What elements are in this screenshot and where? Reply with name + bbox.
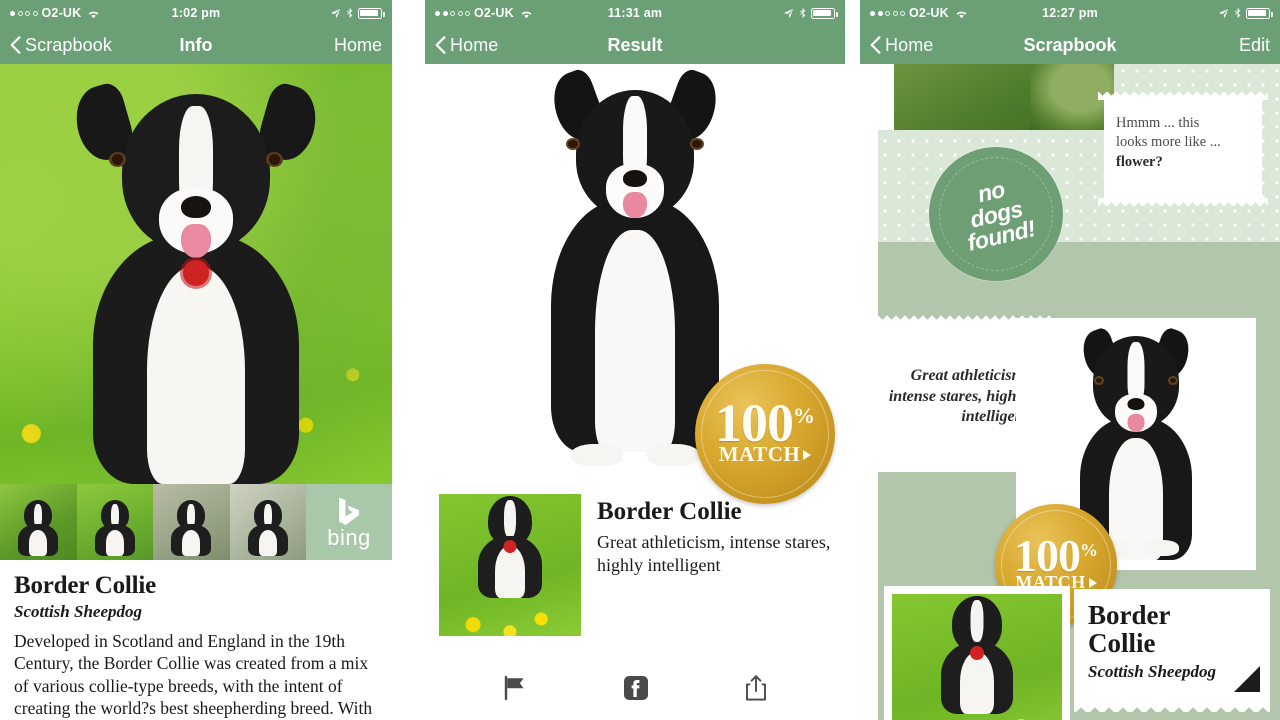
nav-edit-button[interactable]: Edit xyxy=(1239,35,1270,56)
status-right-group xyxy=(1218,7,1273,19)
signal-strength-dots xyxy=(435,10,470,16)
hero-photo-border-collie[interactable] xyxy=(0,64,392,484)
bluetooth-icon xyxy=(1234,7,1241,19)
result-breed-summary: Border Collie Great athleticism, intense… xyxy=(439,494,831,636)
bing-wordmark: bing xyxy=(327,524,371,550)
status-right-group xyxy=(783,7,838,19)
thumbnail-4[interactable] xyxy=(229,484,306,560)
breed-subtitle: Scottish Sheepdog xyxy=(14,602,142,621)
collie-illustration xyxy=(67,80,325,484)
breed-info-block: Border Collie Scottish Sheepdog Develope… xyxy=(0,560,392,720)
scrapbook-quote-text: Great athleticism, intense stares, highl… xyxy=(888,366,1028,426)
status-right-group xyxy=(330,7,385,19)
status-bar-info: O2-UK 1:02 pm xyxy=(0,0,392,26)
breed-description: Developed in Scotland and England in the… xyxy=(14,631,373,719)
no-dogs-found-stamp: no dogs found! xyxy=(932,150,1060,278)
nav-back-button-home[interactable]: Home xyxy=(435,35,498,56)
carrier-label: O2-UK xyxy=(41,6,82,20)
scrapbook-note-card[interactable]: Hmmm ... this looks more like ... flower… xyxy=(1098,92,1268,206)
caption-title-line-2: Collie xyxy=(1088,628,1156,659)
thumbnail-2[interactable] xyxy=(76,484,153,560)
scrapbook-caption-card[interactable]: Border Collie Scottish Sheepdog xyxy=(1074,588,1270,712)
status-bar-scrapbook: O2-UK 12:27 pm xyxy=(860,0,1280,26)
dog-collar-tag xyxy=(183,260,209,286)
thumbnail-strip: bing xyxy=(0,484,392,560)
signal-strength-dots xyxy=(10,10,38,16)
status-left-group: O2-UK xyxy=(870,6,968,20)
carrier-label: O2-UK xyxy=(474,6,514,20)
phone-panel-scrapbook: O2-UK 12:27 pm Home Scrapbook Edit no do… xyxy=(860,0,1280,720)
match-percentage-badge[interactable]: 100 % MATCH xyxy=(695,364,835,504)
scrapbook-photo-small xyxy=(892,594,1062,720)
result-breed-title: Border Collie xyxy=(597,498,742,525)
status-left-group: O2-UK xyxy=(435,6,533,20)
badge-inner-ring xyxy=(701,370,829,498)
thumbnail-1[interactable] xyxy=(0,484,77,560)
caption-title-line-1: Border xyxy=(1088,599,1171,630)
phone-panel-result: O2-UK 11:31 am Home Result 100 % MATCH B… xyxy=(425,0,845,720)
screenshot-root: O2-UK 1:02 pm Scrapbook Info Home bing B… xyxy=(0,0,1280,720)
thumbnail-3[interactable] xyxy=(153,484,230,560)
zigzag-edge-bottom xyxy=(1098,198,1268,206)
note-line-2: looks more like ... xyxy=(1116,134,1221,151)
zigzag-edge-top xyxy=(1098,92,1268,100)
zigzag-edge-bottom xyxy=(1074,703,1270,712)
phone-panel-info: O2-UK 1:02 pm Scrapbook Info Home bing B… xyxy=(0,0,392,720)
facebook-icon[interactable] xyxy=(623,675,649,701)
scrapbook-content: no dogs found! Hmmm ... this looks more … xyxy=(860,64,1280,720)
breed-title: Border Collie xyxy=(14,572,157,599)
chevron-left-icon xyxy=(870,36,881,54)
nav-bar-scrapbook: Home Scrapbook Edit xyxy=(860,26,1280,64)
nav-bar-info: Scrapbook Info Home xyxy=(0,26,392,64)
bluetooth-icon xyxy=(346,7,353,19)
carrier-label: O2-UK xyxy=(909,6,949,20)
wifi-icon xyxy=(87,8,100,19)
note-line-1: Hmmm ... this xyxy=(1116,115,1200,131)
location-arrow-icon xyxy=(1218,8,1229,19)
result-breed-description: Great athleticism, intense stares, highl… xyxy=(597,532,831,575)
signal-strength-dots xyxy=(870,10,905,16)
bluetooth-icon xyxy=(799,7,806,19)
result-meta-text: Border Collie Great athleticism, intense… xyxy=(597,494,831,636)
caption-subtitle: Scottish Sheepdog xyxy=(1088,662,1216,681)
battery-icon xyxy=(1246,7,1273,19)
chevron-left-icon xyxy=(435,36,446,54)
nav-bar-result: Home Result xyxy=(425,26,845,64)
nav-back-label: Scrapbook xyxy=(25,34,112,55)
wifi-icon xyxy=(955,8,968,19)
wifi-icon xyxy=(520,8,533,19)
location-arrow-icon xyxy=(783,8,794,19)
nav-back-button-scrapbook[interactable]: Scrapbook xyxy=(10,35,112,56)
result-content: 100 % MATCH Border Collie Great athletic… xyxy=(425,64,845,720)
note-line-3: flower? xyxy=(1116,153,1163,170)
result-thumbnail-photo[interactable] xyxy=(439,494,581,636)
nav-back-label: Home xyxy=(885,34,934,55)
nav-back-button-home[interactable]: Home xyxy=(870,35,933,56)
stamp-text-group: no dogs found! xyxy=(955,173,1038,256)
status-bar-result: O2-UK 11:31 am xyxy=(425,0,845,26)
scrapbook-top-photo[interactable] xyxy=(878,64,1114,130)
nav-home-button[interactable]: Home xyxy=(334,35,382,56)
battery-icon xyxy=(358,7,385,19)
nav-back-label: Home xyxy=(450,34,499,55)
bing-attribution[interactable]: bing xyxy=(306,484,392,560)
location-arrow-icon xyxy=(330,8,341,19)
bottom-toolbar xyxy=(425,656,845,720)
bing-logo-icon xyxy=(339,497,359,525)
chevron-left-icon xyxy=(10,36,21,54)
battery-icon xyxy=(811,7,838,19)
share-icon[interactable] xyxy=(744,674,768,702)
scrapbook-photo-card-small[interactable] xyxy=(884,586,1070,720)
flag-icon[interactable] xyxy=(502,675,528,701)
dark-corner-fold[interactable] xyxy=(1234,666,1260,692)
status-left-group: O2-UK xyxy=(10,6,100,20)
